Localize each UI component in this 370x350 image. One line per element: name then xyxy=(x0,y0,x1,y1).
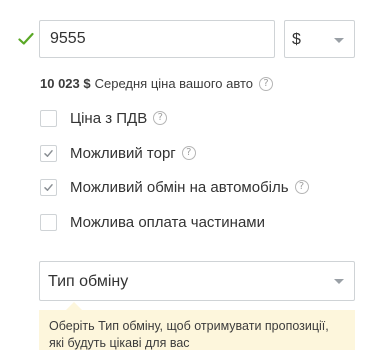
average-price-amount: 10 023 $ xyxy=(40,76,91,91)
option-bargain[interactable]: Можливий торг ? xyxy=(40,143,196,163)
average-price-label: Середня ціна вашого авто xyxy=(94,76,254,91)
option-exchange[interactable]: Можливий обмін на автомобіль ? xyxy=(40,177,309,197)
checkmark-icon xyxy=(44,183,53,191)
help-icon[interactable]: ? xyxy=(259,76,274,91)
average-price-line: 10 023 $ Середня ціна вашого авто ? xyxy=(40,76,274,91)
chevron-down-icon xyxy=(334,279,344,284)
help-icon[interactable]: ? xyxy=(181,146,196,160)
vat-label: Ціна з ПДВ xyxy=(70,109,148,127)
checkmark-icon xyxy=(44,149,53,157)
currency-value: $ xyxy=(292,31,301,48)
installments-checkbox[interactable] xyxy=(40,213,57,231)
chevron-down-icon xyxy=(334,38,344,43)
exchange-type-select[interactable]: Тип обміну xyxy=(39,261,355,301)
exchange-checkbox[interactable] xyxy=(40,178,57,196)
price-input[interactable] xyxy=(39,20,275,58)
vat-checkbox[interactable] xyxy=(40,109,57,127)
option-vat[interactable]: Ціна з ПДВ ? xyxy=(40,108,168,128)
exchange-hint-text: Оберіть Тип обміну, щоб отримувати пропо… xyxy=(49,319,329,350)
bargain-checkbox[interactable] xyxy=(40,144,57,162)
exchange-type-placeholder: Тип обміну xyxy=(48,273,129,290)
installments-label: Можлива оплата частинами xyxy=(70,213,265,231)
exchange-hint: Оберіть Тип обміну, щоб отримувати пропо… xyxy=(39,310,355,350)
sell-form-price-section: $ 10 023 $ Середня ціна вашого авто ? Ці… xyxy=(0,0,370,350)
hint-pointer xyxy=(66,302,82,310)
option-installments[interactable]: Можлива оплата частинами xyxy=(40,212,265,232)
help-icon[interactable]: ? xyxy=(153,111,168,125)
currency-select[interactable]: $ xyxy=(284,20,355,58)
valid-check-icon xyxy=(18,32,34,45)
exchange-label: Можливий обмін на автомобіль xyxy=(70,178,289,196)
help-icon[interactable]: ? xyxy=(294,180,309,194)
bargain-label: Можливий торг xyxy=(70,144,176,162)
